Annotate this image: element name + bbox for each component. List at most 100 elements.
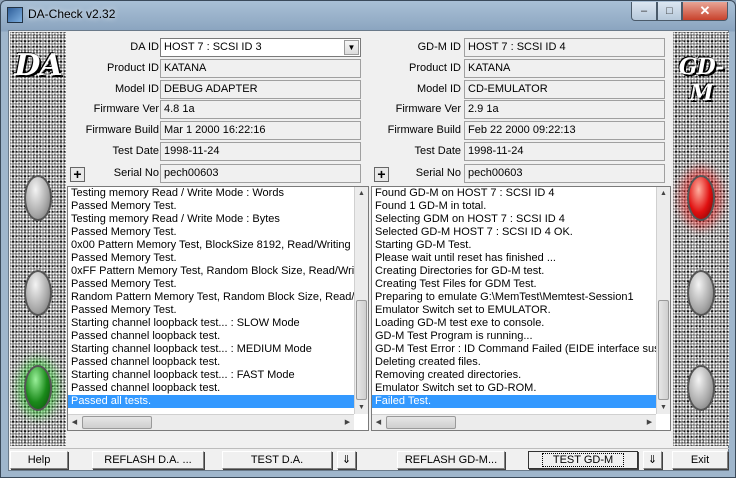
gdm-log-line[interactable]: Selected GD-M HOST 7 : SCSI ID 4 OK. xyxy=(372,226,656,239)
da-lamp-1-icon xyxy=(24,175,52,221)
close-button[interactable]: ✕ xyxy=(682,2,728,21)
gdm-expand-plus-icon[interactable]: + xyxy=(374,167,389,182)
gdm-log-vscroll-thumb[interactable] xyxy=(658,300,669,400)
da-log-line[interactable]: Passed all tests. xyxy=(68,395,354,408)
da-pass-lamp-icon xyxy=(24,365,52,411)
gdm-log-line[interactable]: Creating Directories for GD-M test. xyxy=(372,265,656,278)
da-logo: DA xyxy=(14,48,62,83)
gdm-test-date-row: Test Date 1998-11-24 xyxy=(371,142,671,161)
help-button[interactable]: Help xyxy=(10,451,68,469)
da-product-row: Product ID KATANA xyxy=(67,59,369,78)
scroll-up-icon[interactable]: ▲ xyxy=(657,187,670,200)
scroll-right-icon[interactable]: ▶ xyxy=(341,416,354,429)
exit-button[interactable]: Exit xyxy=(672,451,728,469)
da-log-line[interactable]: Passed channel loopback test. xyxy=(68,330,354,343)
test-da-button[interactable]: TEST D.A. xyxy=(222,451,332,469)
da-test-date-label: Test Date xyxy=(112,145,159,157)
da-model-field: DEBUG ADAPTER xyxy=(160,80,361,99)
da-log-vscroll-thumb[interactable] xyxy=(356,300,367,400)
gdm-log-line[interactable]: Deleting created files. xyxy=(372,356,656,369)
gdm-log-vscrollbar[interactable]: ▲ ▼ xyxy=(656,187,670,414)
da-serial-field: pech00603 xyxy=(160,164,361,183)
da-log-line[interactable]: Starting channel loopback test... : FAST… xyxy=(68,369,354,382)
da-id-value: HOST 7 : SCSI ID 3 xyxy=(164,41,262,53)
reflash-gdm-button[interactable]: REFLASH GD-M... xyxy=(397,451,505,469)
da-lamp-2-icon xyxy=(24,270,52,316)
da-log-line[interactable]: Passed Memory Test. xyxy=(68,278,354,291)
da-log-listbox[interactable]: Testing memory Read / Write Mode : Words… xyxy=(67,186,369,431)
gdm-log-hscroll-thumb[interactable] xyxy=(386,416,456,429)
gdm-serial-field: pech00603 xyxy=(464,164,665,183)
da-expand-plus-icon[interactable]: + xyxy=(70,167,85,182)
scroll-right-icon[interactable]: ▶ xyxy=(643,416,656,429)
gdm-log-line[interactable]: Emulator Switch set to EMULATOR. xyxy=(372,304,656,317)
gdm-log-line[interactable]: Loading GD-M test exe to console. xyxy=(372,317,656,330)
gdm-info-panel: GD-M ID HOST 7 : SCSI ID 4 Product ID KA… xyxy=(371,32,671,185)
gdm-log-line[interactable]: GD-M Test Error : ID Command Failed (EID… xyxy=(372,343,656,356)
da-log-line[interactable]: 0x00 Pattern Memory Test, BlockSize 8192… xyxy=(68,239,354,252)
da-log-line[interactable]: 0xFF Pattern Memory Test, Random Block S… xyxy=(68,265,354,278)
gdm-id-label: GD-M ID xyxy=(417,41,461,53)
scroll-left-icon[interactable]: ◀ xyxy=(68,416,81,429)
da-log-line[interactable]: Passed Memory Test. xyxy=(68,252,354,265)
scroll-up-icon[interactable]: ▲ xyxy=(355,187,368,200)
gdm-lamp-3-icon xyxy=(687,365,715,411)
da-id-label: DA ID xyxy=(130,41,159,53)
gdm-log-line[interactable]: Removing created directories. xyxy=(372,369,656,382)
title-bar[interactable]: DA-Check v2.32 – □ ✕ xyxy=(1,1,735,29)
da-log-vscrollbar[interactable]: ▲ ▼ xyxy=(354,187,368,414)
da-model-row: Model ID DEBUG ADAPTER xyxy=(67,80,369,99)
scroll-down-icon[interactable]: ▼ xyxy=(355,401,368,414)
gdm-log-listbox[interactable]: Found GD-M on HOST 7 : SCSI ID 4 Found 1 … xyxy=(371,186,671,431)
gdm-log-line[interactable]: Emulator Switch set to GD-ROM. xyxy=(372,382,656,395)
gdm-product-label: Product ID xyxy=(409,62,461,74)
gdm-log-hscrollbar[interactable]: ◀ ▶ xyxy=(372,414,656,430)
gdm-lamp-2-icon xyxy=(687,270,715,316)
gdm-log-line[interactable]: Found GD-M on HOST 7 : SCSI ID 4 xyxy=(372,187,656,200)
reflash-da-button[interactable]: REFLASH D.A. ... xyxy=(92,451,204,469)
test-gdm-button-label: TEST GD-M xyxy=(541,453,625,467)
maximize-button[interactable]: □ xyxy=(657,2,682,21)
window-title: DA-Check v2.32 xyxy=(28,7,116,21)
da-log-line[interactable]: Passed Memory Test. xyxy=(68,304,354,317)
da-log-line[interactable]: Passed Memory Test. xyxy=(68,226,354,239)
gdm-firmware-build-label: Firmware Build xyxy=(387,124,461,136)
minimize-button[interactable]: – xyxy=(631,2,657,21)
da-firmware-build-field: Mar 1 2000 16:22:16 xyxy=(160,121,361,140)
gdm-fail-lamp-icon xyxy=(687,175,715,221)
da-download-button[interactable]: ⇓ xyxy=(337,451,356,469)
da-log-line[interactable]: Random Pattern Memory Test, Random Block… xyxy=(68,291,354,304)
test-gdm-button[interactable]: TEST GD-M xyxy=(528,451,638,469)
da-id-select[interactable]: HOST 7 : SCSI ID 3 ▼ xyxy=(160,38,361,57)
gdm-model-label: Model ID xyxy=(416,83,461,95)
gdm-download-button[interactable]: ⇓ xyxy=(643,451,662,469)
scroll-down-icon[interactable]: ▼ xyxy=(657,401,670,414)
gdm-log-line[interactable]: Starting GD-M Test. xyxy=(372,239,656,252)
da-log-line[interactable]: Passed channel loopback test. xyxy=(68,382,354,395)
client-area: DA GD-M DA ID HOST 7 : SCSI ID 3 ▼ Produ… xyxy=(8,30,729,471)
gdm-serial-label: Serial No xyxy=(415,167,461,179)
gdm-status-panel: GD-M xyxy=(673,32,729,446)
gdm-log-line[interactable]: Creating Test Files for GDM Test. xyxy=(372,278,656,291)
da-log-hscroll-thumb[interactable] xyxy=(82,416,152,429)
da-log-line[interactable]: Testing memory Read / Write Mode : Bytes xyxy=(68,213,354,226)
da-id-row: DA ID HOST 7 : SCSI ID 3 ▼ xyxy=(67,38,369,57)
da-log-line[interactable]: Starting channel loopback test... : MEDI… xyxy=(68,343,354,356)
gdm-log-line[interactable]: Preparing to emulate G:\MemTest\Memtest-… xyxy=(372,291,656,304)
gdm-product-field: KATANA xyxy=(464,59,665,78)
da-log-line[interactable]: Passed channel loopback test. xyxy=(68,356,354,369)
gdm-model-row: Model ID CD-EMULATOR xyxy=(371,80,671,99)
scroll-left-icon[interactable]: ◀ xyxy=(372,416,385,429)
da-log-hscrollbar[interactable]: ◀ ▶ xyxy=(68,414,354,430)
gdm-log-line[interactable]: Selecting GDM on HOST 7 : SCSI ID 4 xyxy=(372,213,656,226)
gdm-log-line[interactable]: Failed Test. xyxy=(372,395,656,408)
da-log-line[interactable]: Testing memory Read / Write Mode : Words xyxy=(68,187,354,200)
gdm-log-line[interactable]: GD-M Test Program is running... xyxy=(372,330,656,343)
gdm-log-line[interactable]: Found 1 GD-M in total. xyxy=(372,200,656,213)
chevron-down-icon[interactable]: ▼ xyxy=(344,40,359,55)
da-log-line[interactable]: Starting channel loopback test... : SLOW… xyxy=(68,317,354,330)
gdm-log-line[interactable]: Please wait until reset has finished ... xyxy=(372,252,656,265)
da-serial-label: Serial No xyxy=(113,167,159,179)
da-log-line[interactable]: Passed Memory Test. xyxy=(68,200,354,213)
main-window: DA-Check v2.32 – □ ✕ DA GD-M DA ID HOST … xyxy=(0,0,736,478)
